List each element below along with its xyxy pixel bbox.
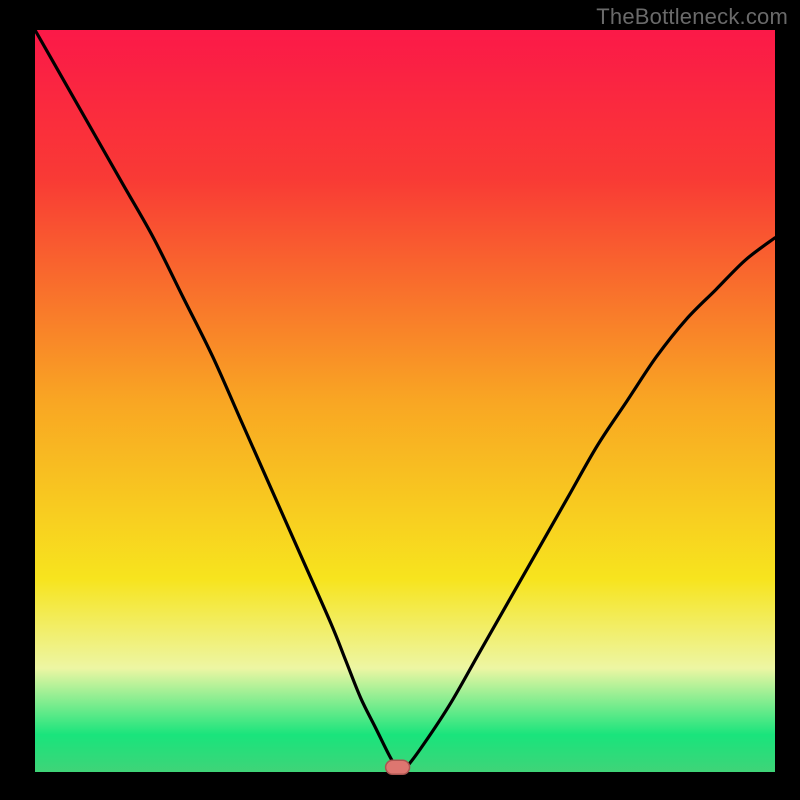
chart-svg [0,0,800,800]
bottleneck-chart [0,0,800,800]
optimum-marker [386,760,410,774]
watermark-text: TheBottleneck.com [596,4,788,30]
plot-background [35,30,775,772]
